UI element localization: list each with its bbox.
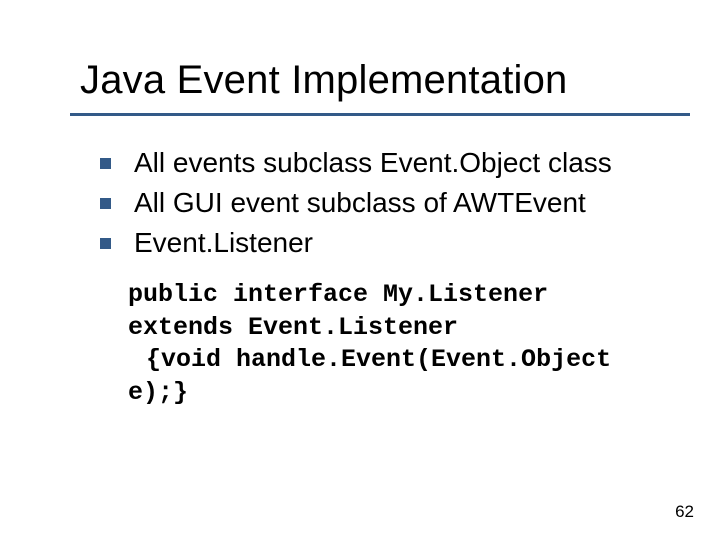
bullet-item: All GUI event subclass of AWTEvent <box>100 184 660 222</box>
bullet-list: All events subclass Event.Object class A… <box>100 144 660 261</box>
code-line: extends Event.Listener <box>128 312 648 345</box>
code-line: {void handle.Event(Event.Object <box>128 344 648 377</box>
title-area: Java Event Implementation <box>0 0 720 103</box>
code-line: e);} <box>128 377 648 410</box>
bullet-item: All events subclass Event.Object class <box>100 144 660 182</box>
bullet-text: Event.Listener <box>134 227 313 258</box>
slide-body: All events subclass Event.Object class A… <box>0 116 660 409</box>
square-bullet-icon <box>100 198 111 209</box>
bullet-item: Event.Listener <box>100 224 660 262</box>
code-line: public interface My.Listener <box>128 279 648 312</box>
code-block: public interface My.Listener extends Eve… <box>128 279 648 409</box>
square-bullet-icon <box>100 158 111 169</box>
page-number: 62 <box>675 502 694 522</box>
bullet-text: All events subclass Event.Object class <box>134 147 612 178</box>
slide-title: Java Event Implementation <box>80 58 720 103</box>
square-bullet-icon <box>100 238 111 249</box>
slide: Java Event Implementation All events sub… <box>0 0 720 540</box>
bullet-text: All GUI event subclass of AWTEvent <box>134 187 586 218</box>
